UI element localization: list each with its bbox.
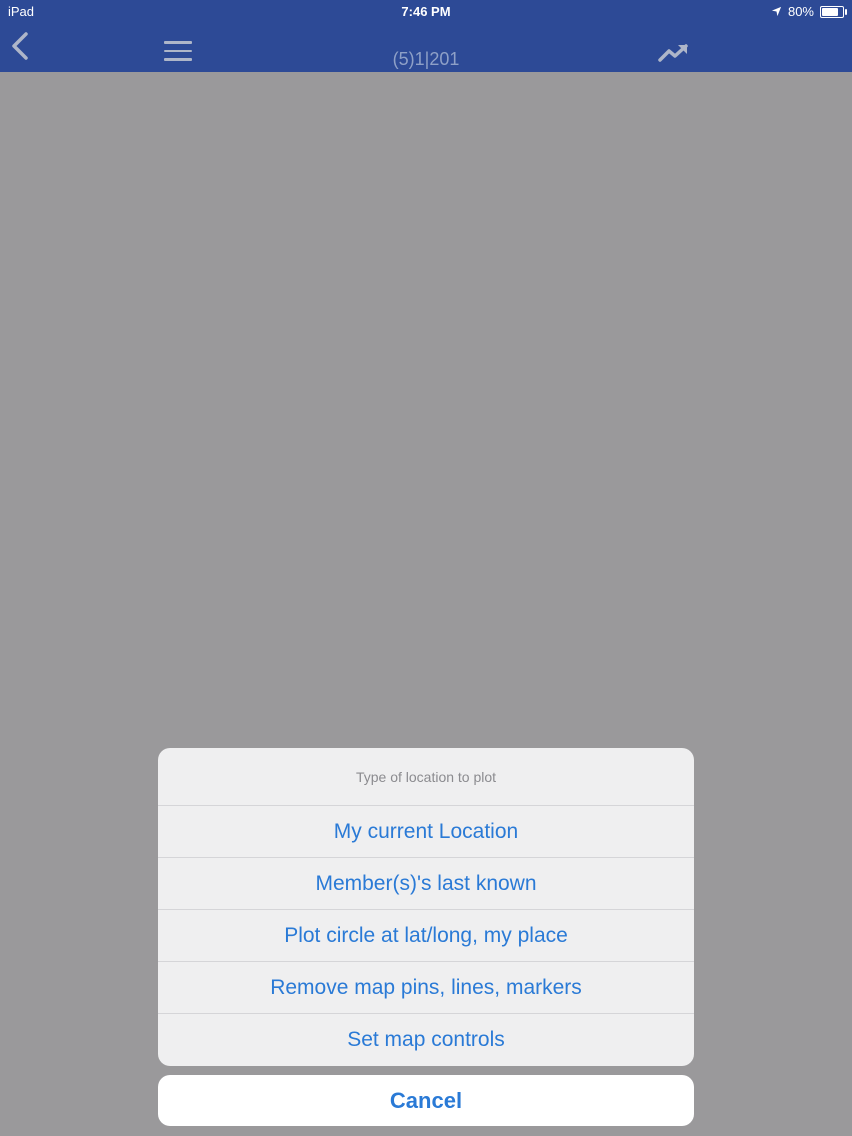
location-arrow-icon (771, 6, 782, 17)
trending-up-icon[interactable] (658, 42, 690, 64)
battery-percentage: 80% (787, 4, 814, 19)
option-set-map-controls[interactable]: Set map controls (158, 1014, 694, 1065)
battery-fill (822, 7, 838, 16)
status-time: 7:46 PM (401, 4, 451, 19)
cancel-button[interactable]: Cancel (158, 1075, 694, 1126)
action-sheet-title: Type of location to plot (158, 748, 694, 806)
status-right: 80% (771, 4, 847, 19)
action-sheet: Type of location to plot My current Loca… (158, 748, 694, 1066)
hamburger-icon-line (164, 41, 192, 44)
navigation-bar: iPad 7:46 PM 80% (5)1|201 (0, 0, 852, 72)
option-my-current-location[interactable]: My current Location (158, 806, 694, 858)
option-members-last-known[interactable]: Member(s)'s last known (158, 858, 694, 910)
battery-icon (820, 5, 847, 18)
page-title: (5)1|201 (392, 49, 460, 69)
option-remove-map-pins[interactable]: Remove map pins, lines, markers (158, 962, 694, 1014)
status-bar: iPad 7:46 PM 80% (0, 0, 852, 24)
option-plot-circle[interactable]: Plot circle at lat/long, my place (158, 910, 694, 962)
